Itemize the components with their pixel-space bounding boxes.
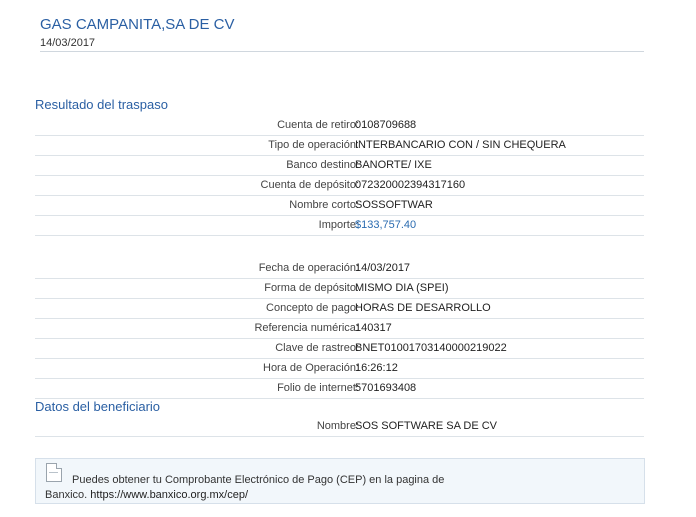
detail-row-clave-rastreo: Clave de rastreo: BNET010017031400002190… (35, 338, 644, 359)
cep-notice: Puedes obtener tu Comprobante Electrónic… (35, 458, 645, 504)
detail-label: Cuenta de depósito: (260, 179, 359, 191)
detail-value: SOS SOFTWARE SA DE CV (355, 420, 498, 432)
detail-value: BNET01001703140000219022 (355, 342, 507, 354)
detail-label: Tipo de operación: (268, 139, 359, 151)
detail-value: 16:26:12 (355, 362, 398, 374)
detail-label: Clave de rastreo: (275, 342, 359, 354)
detail-value: 0108709688 (355, 119, 417, 131)
notice-text-prefix: Banxico. (45, 489, 88, 501)
detail-row-forma-deposito: Forma de depósito: MISMO DIA (SPEI) (35, 278, 644, 299)
detail-label: Folio de internet: (277, 382, 359, 394)
beneficiary-section-title: Datos del beneficiario (35, 399, 161, 414)
detail-label: Referencia numérica: (254, 322, 359, 334)
detail-row-referencia-numerica: Referencia numérica: 140317 (35, 318, 644, 339)
detail-value: MISMO DIA (SPEI) (355, 282, 449, 294)
detail-label: Nombre corto: (289, 199, 359, 211)
detail-value: SOSSOFTWAR (355, 199, 433, 211)
detail-value: 140317 (355, 322, 392, 334)
header-divider (40, 51, 644, 52)
detail-label: Forma de depósito: (264, 282, 359, 294)
detail-row-nombre-corto: Nombre corto: SOSSOFTWAR (35, 195, 644, 216)
header-date: 14/03/2017 (40, 37, 96, 49)
detail-row-cuenta-deposito: Cuenta de depósito: 072320002394317160 (35, 175, 644, 196)
detail-row-hora-operacion: Hora de Operación: 16:26:12 (35, 358, 644, 379)
company-name: GAS CAMPANITA,SA DE CV (40, 16, 235, 33)
detail-label: Banco destino: (286, 159, 359, 171)
detail-label: Concepto de pago: (266, 302, 359, 314)
detail-row-concepto-pago: Concepto de pago: HORAS DE DESARROLLO (35, 298, 644, 319)
detail-label: Fecha de operación: (258, 262, 359, 274)
detail-value: INTERBANCARIO CON / SIN CHEQUERA (355, 139, 566, 151)
detail-label: Cuenta de retiro: (277, 119, 359, 131)
document-icon (46, 463, 62, 482)
detail-row-fecha-operacion: Fecha de operación: 14/03/2017 (35, 258, 644, 279)
detail-label: Hora de Operación: (263, 362, 359, 374)
banxico-cep-link[interactable]: https://www.banxico.org.mx/cep/ (90, 489, 248, 501)
detail-value: 072320002394317160 (355, 179, 466, 191)
detail-row-folio-internet: Folio de internet: 5701693408 (35, 378, 644, 399)
detail-label: Importe: (318, 219, 359, 231)
notice-text: Puedes obtener tu Comprobante Electrónic… (72, 474, 445, 486)
detail-value: 5701693408 (355, 382, 417, 394)
detail-value: BANORTE/ IXE (355, 159, 432, 171)
detail-value: 14/03/2017 (355, 262, 411, 274)
result-section-title: Resultado del traspaso (35, 97, 168, 112)
detail-row-beneficiary-name: Nombre: SOS SOFTWARE SA DE CV (35, 416, 644, 437)
detail-row-cuenta-retiro: Cuenta de retiro: 0108709688 (35, 115, 644, 136)
detail-row-importe: Importe: $133,757.40 (35, 215, 644, 236)
detail-label: Nombre: (316, 420, 359, 432)
detail-row-tipo-operacion: Tipo de operación: INTERBANCARIO CON / S… (35, 135, 644, 156)
detail-value: HORAS DE DESARROLLO (355, 302, 491, 314)
amount-value: $133,757.40 (355, 219, 417, 231)
detail-row-banco-destino: Banco destino: BANORTE/ IXE (35, 155, 644, 176)
